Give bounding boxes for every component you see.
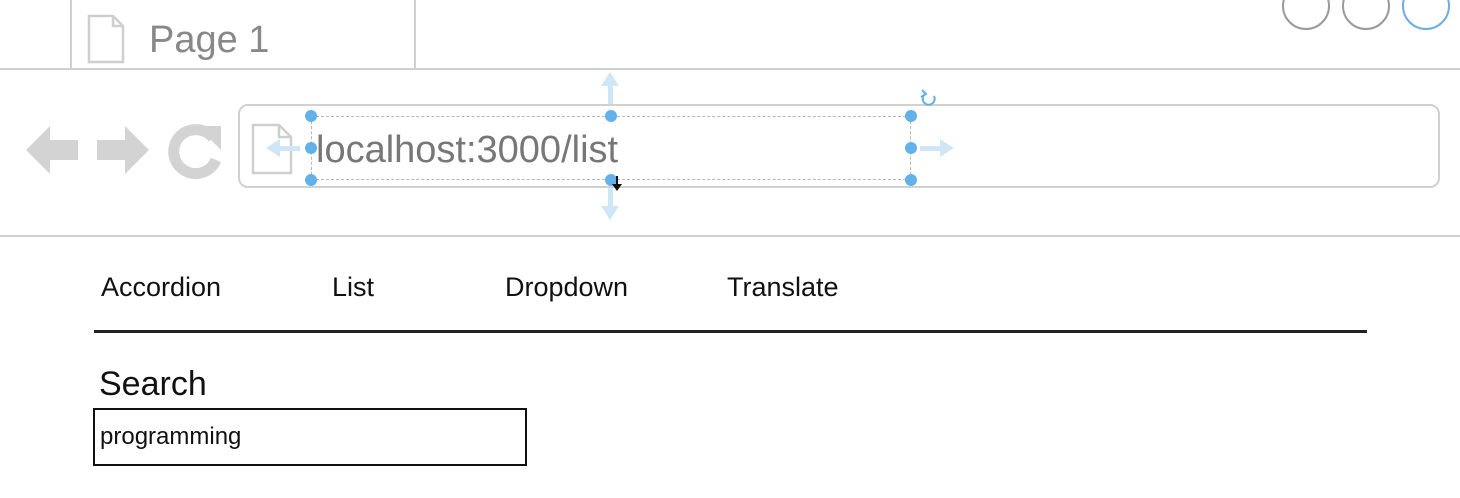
address-url[interactable]: localhost:3000/list	[316, 128, 618, 172]
window-close-button[interactable]	[1282, 0, 1330, 30]
resize-handle[interactable]	[905, 174, 917, 186]
move-down-arrow-icon	[601, 188, 619, 220]
reload-icon[interactable]	[167, 118, 223, 182]
resize-handle[interactable]	[605, 174, 617, 186]
resize-handle[interactable]	[605, 110, 617, 122]
nav-link-dropdown[interactable]: Dropdown	[505, 271, 628, 303]
rotate-handle-icon	[920, 89, 936, 106]
nav-link-accordion[interactable]: Accordion	[101, 271, 221, 303]
resize-handle[interactable]	[305, 110, 317, 122]
search-input[interactable]	[93, 408, 527, 466]
resize-handle[interactable]	[905, 142, 917, 154]
browser-tab[interactable]: Page 1	[70, 0, 416, 68]
search-label: Search	[99, 365, 207, 403]
resize-handle[interactable]	[305, 142, 317, 154]
page-icon	[87, 14, 125, 64]
menu-divider	[94, 330, 1367, 333]
page-icon	[251, 123, 293, 175]
arrow-right-icon[interactable]	[95, 118, 151, 182]
arrow-left-icon[interactable]	[24, 118, 80, 182]
resize-handle[interactable]	[905, 110, 917, 122]
window-minimize-button[interactable]	[1342, 0, 1390, 30]
resize-handle[interactable]	[305, 174, 317, 186]
nav-link-translate[interactable]: Translate	[727, 271, 839, 303]
window-maximize-button[interactable]	[1402, 0, 1450, 30]
tab-strip-border	[0, 68, 1460, 70]
tab-title: Page 1	[149, 19, 270, 61]
nav-link-list[interactable]: List	[332, 271, 374, 303]
move-up-arrow-icon	[601, 72, 619, 104]
toolbar-border	[0, 235, 1460, 237]
